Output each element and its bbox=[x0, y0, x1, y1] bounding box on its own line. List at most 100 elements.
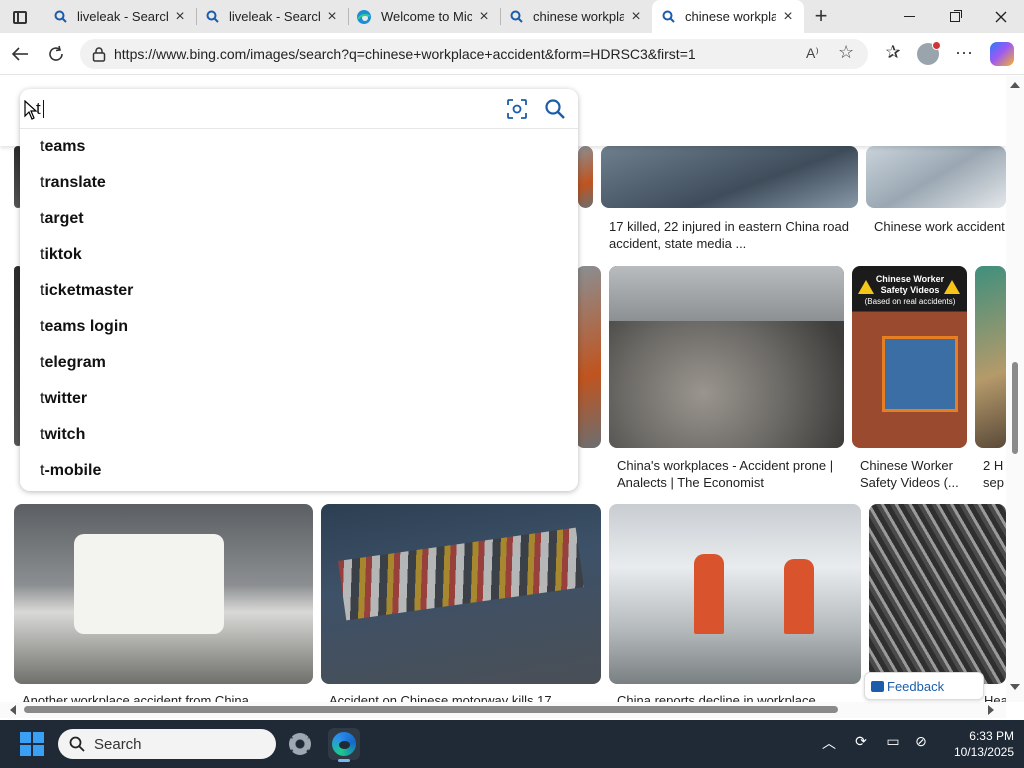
tab[interactable]: chinese workplace accident - Search × bbox=[500, 0, 652, 33]
caption-line: Chinese Worker bbox=[860, 458, 953, 473]
scroll-left-icon[interactable] bbox=[10, 705, 16, 715]
close-icon[interactable]: × bbox=[172, 8, 188, 25]
refresh-button[interactable] bbox=[41, 40, 71, 68]
suggestion-completion: iktok bbox=[44, 246, 82, 263]
scroll-up-icon[interactable] bbox=[1010, 82, 1020, 88]
favorite-star-icon[interactable]: ☆ bbox=[838, 42, 854, 63]
feedback-button[interactable]: Feedback bbox=[864, 672, 984, 700]
minimize-button[interactable] bbox=[886, 0, 932, 33]
suggestion-item[interactable]: t arget bbox=[20, 201, 578, 237]
url-text[interactable]: https://www.bing.com/images/search?q=chi… bbox=[114, 46, 696, 62]
caption-line: Hea bbox=[984, 693, 1006, 702]
search-input[interactable] bbox=[36, 98, 496, 120]
title-bar: liveleak - Search × liveleak - Search × … bbox=[0, 0, 1024, 33]
mouse-pointer-icon bbox=[24, 100, 38, 120]
tab-title: chinese workplace accident - Search bbox=[533, 9, 624, 24]
result-image[interactable] bbox=[576, 266, 601, 448]
tab-active[interactable]: chinese workplace accident - Search × bbox=[652, 0, 804, 33]
suggestion-item[interactable]: t elegram bbox=[20, 345, 578, 381]
suggestion-item[interactable]: t icketmaster bbox=[20, 273, 578, 309]
profile-avatar[interactable] bbox=[917, 41, 941, 65]
caption-line: China's workplaces - Accident prone | bbox=[617, 458, 834, 473]
close-icon[interactable]: × bbox=[780, 8, 796, 25]
gear-icon bbox=[289, 733, 311, 755]
taskbar-search[interactable]: Search bbox=[58, 729, 276, 759]
result-image[interactable] bbox=[578, 146, 593, 208]
display-icon[interactable]: ▭ bbox=[882, 733, 904, 755]
result-caption[interactable]: Hea bbox=[984, 692, 1006, 702]
result-caption[interactable]: Chinese work accident bbox=[874, 218, 1006, 235]
suggestion-list: t eams t ranslate t arget t iktok t icketmast… bbox=[20, 129, 578, 489]
close-window-button[interactable] bbox=[978, 0, 1024, 33]
close-icon[interactable]: × bbox=[628, 8, 644, 25]
scrollbar-thumb[interactable] bbox=[1012, 362, 1018, 454]
suggestion-item[interactable]: t -mobile bbox=[20, 453, 578, 489]
suggestion-item[interactable]: t witch bbox=[20, 417, 578, 453]
feedback-icon bbox=[871, 681, 884, 692]
close-icon[interactable]: × bbox=[324, 8, 340, 25]
scrollbar-thumb[interactable] bbox=[24, 706, 838, 713]
search-icon bbox=[508, 9, 524, 25]
settings-app[interactable] bbox=[284, 728, 316, 760]
result-image[interactable] bbox=[321, 504, 601, 684]
result-caption[interactable]: China's workplaces - Accident prone | An… bbox=[617, 457, 847, 491]
new-tab-button[interactable]: + bbox=[808, 4, 834, 30]
suggestion-completion: icketmaster bbox=[44, 282, 134, 299]
result-image[interactable] bbox=[975, 266, 1006, 448]
suggestion-item[interactable]: t ranslate bbox=[20, 165, 578, 201]
clock[interactable]: 6:33 PM 10/13/2025 bbox=[944, 728, 1014, 760]
read-aloud-icon[interactable]: A⁾ bbox=[806, 45, 819, 62]
tab[interactable]: Welcome to Microsoft Edge × bbox=[348, 0, 500, 33]
result-image[interactable] bbox=[14, 504, 313, 684]
edge-icon bbox=[332, 732, 356, 756]
close-icon bbox=[995, 11, 1007, 22]
edge-app[interactable] bbox=[328, 728, 360, 762]
scroll-down-icon[interactable] bbox=[1010, 684, 1020, 690]
result-caption[interactable]: 2 H sep bbox=[983, 457, 1006, 491]
result-caption[interactable]: Accident on Chinese motorway kills 17 bbox=[329, 692, 599, 702]
result-caption[interactable]: China reports decline in workplace bbox=[617, 692, 857, 702]
address-bar[interactable]: https://www.bing.com/images/search?q=chi… bbox=[80, 39, 868, 69]
result-caption[interactable]: Another workplace accident from China bbox=[22, 692, 312, 702]
result-image[interactable] bbox=[601, 146, 858, 208]
more-options-icon[interactable]: ··· bbox=[951, 42, 977, 66]
network-icon[interactable]: ⊘ bbox=[910, 733, 932, 755]
horizontal-scrollbar[interactable] bbox=[0, 702, 1006, 718]
caption-line: Chinese work accident bbox=[874, 219, 1005, 234]
vertical-scrollbar[interactable] bbox=[1006, 76, 1024, 702]
copilot-icon[interactable] bbox=[990, 42, 1014, 66]
sync-icon[interactable]: ⟳ bbox=[850, 733, 872, 755]
chevron-up-icon[interactable]: ︿ bbox=[818, 733, 840, 755]
search-icon[interactable] bbox=[544, 98, 566, 120]
tab[interactable]: liveleak - Search × bbox=[196, 0, 348, 33]
suggestion-item[interactable]: t eams bbox=[20, 129, 578, 165]
visual-search-icon[interactable] bbox=[506, 98, 528, 120]
back-button[interactable] bbox=[5, 40, 35, 68]
suggestion-completion: elegram bbox=[44, 354, 106, 371]
caption-line: Analects | The Economist bbox=[617, 475, 764, 490]
tab-actions-button[interactable] bbox=[6, 5, 34, 29]
suggestion-item[interactable]: t eams login bbox=[20, 309, 578, 345]
scroll-right-icon[interactable] bbox=[988, 705, 994, 715]
result-image[interactable] bbox=[609, 504, 861, 684]
windows-start-icon[interactable] bbox=[20, 732, 44, 756]
tab-strip: liveleak - Search × liveleak - Search × … bbox=[44, 0, 804, 33]
result-image[interactable]: Chinese Worker Safety Videos (Based on r… bbox=[852, 266, 967, 448]
result-caption[interactable]: Chinese Worker Safety Videos (... bbox=[860, 457, 968, 491]
result-caption[interactable]: 17 killed, 22 injured in eastern China r… bbox=[609, 218, 859, 252]
suggestion-completion: eams bbox=[44, 138, 86, 155]
result-image[interactable] bbox=[609, 266, 844, 448]
suggestion-item[interactable]: t witter bbox=[20, 381, 578, 417]
result-image[interactable] bbox=[866, 146, 1006, 208]
close-icon[interactable]: × bbox=[476, 8, 492, 25]
lock-icon[interactable] bbox=[92, 46, 106, 62]
feedback-label: Feedback bbox=[887, 678, 945, 694]
clock-time: 6:33 PM bbox=[969, 729, 1014, 743]
favorites-icon[interactable]: ✰ bbox=[880, 42, 906, 66]
suggestion-completion: eams login bbox=[44, 318, 129, 335]
result-image[interactable] bbox=[869, 504, 1006, 684]
caption-line: Safety Videos (... bbox=[860, 475, 959, 490]
tab[interactable]: liveleak - Search × bbox=[44, 0, 196, 33]
suggestion-item[interactable]: t iktok bbox=[20, 237, 578, 273]
maximize-button[interactable] bbox=[932, 0, 978, 33]
